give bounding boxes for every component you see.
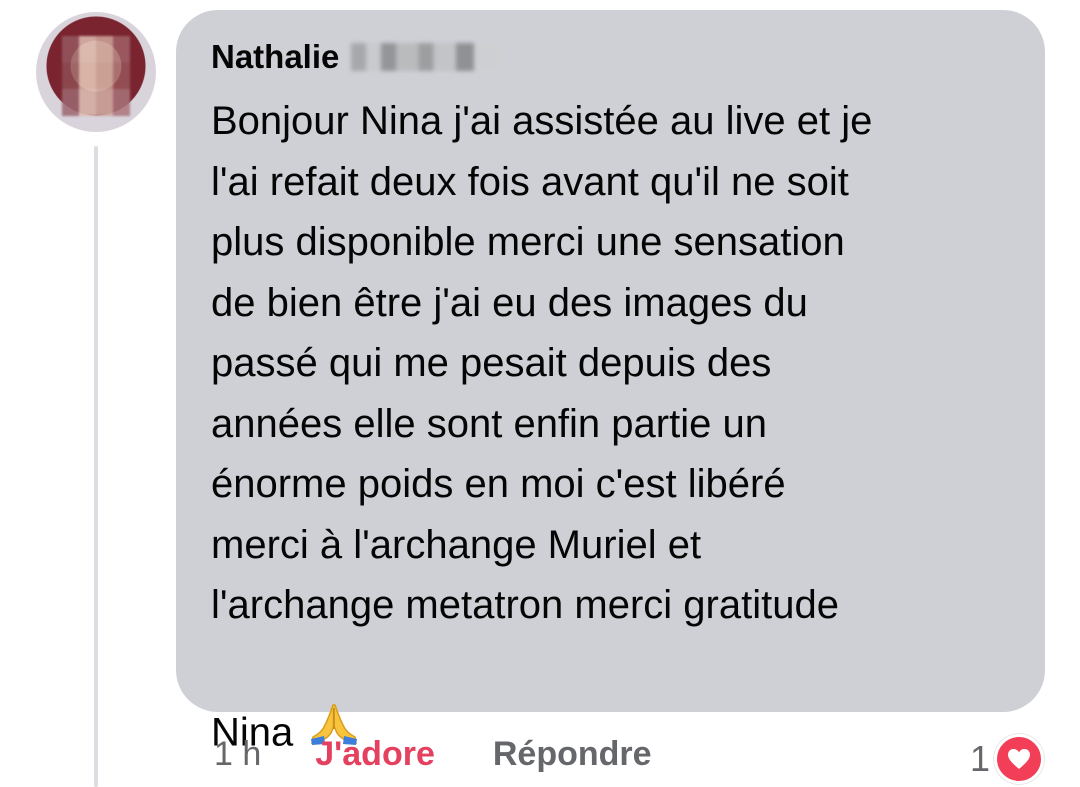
thread-line [94,146,98,787]
reply-button[interactable]: Répondre [493,735,652,774]
author-row: Nathalie [211,38,502,76]
comment-page: Nathalie Bonjour Nina j'ai assistée au l… [0,0,1080,787]
reaction-count: 1 [969,738,990,779]
avatar-blur [62,36,130,116]
heart-icon [994,734,1044,784]
comment-text: Bonjour Nina j'ai assistée au live et je… [211,91,1011,766]
reaction-button[interactable]: J'adore [315,735,435,774]
reaction-summary[interactable]: 1 [970,734,1044,784]
avatar[interactable] [36,12,156,132]
author-name-blur [351,43,502,71]
author-name[interactable]: Nathalie [211,38,339,76]
comment-actions: 1 h J'adore Répondre [214,735,652,774]
comment-time[interactable]: 1 h [214,735,261,774]
